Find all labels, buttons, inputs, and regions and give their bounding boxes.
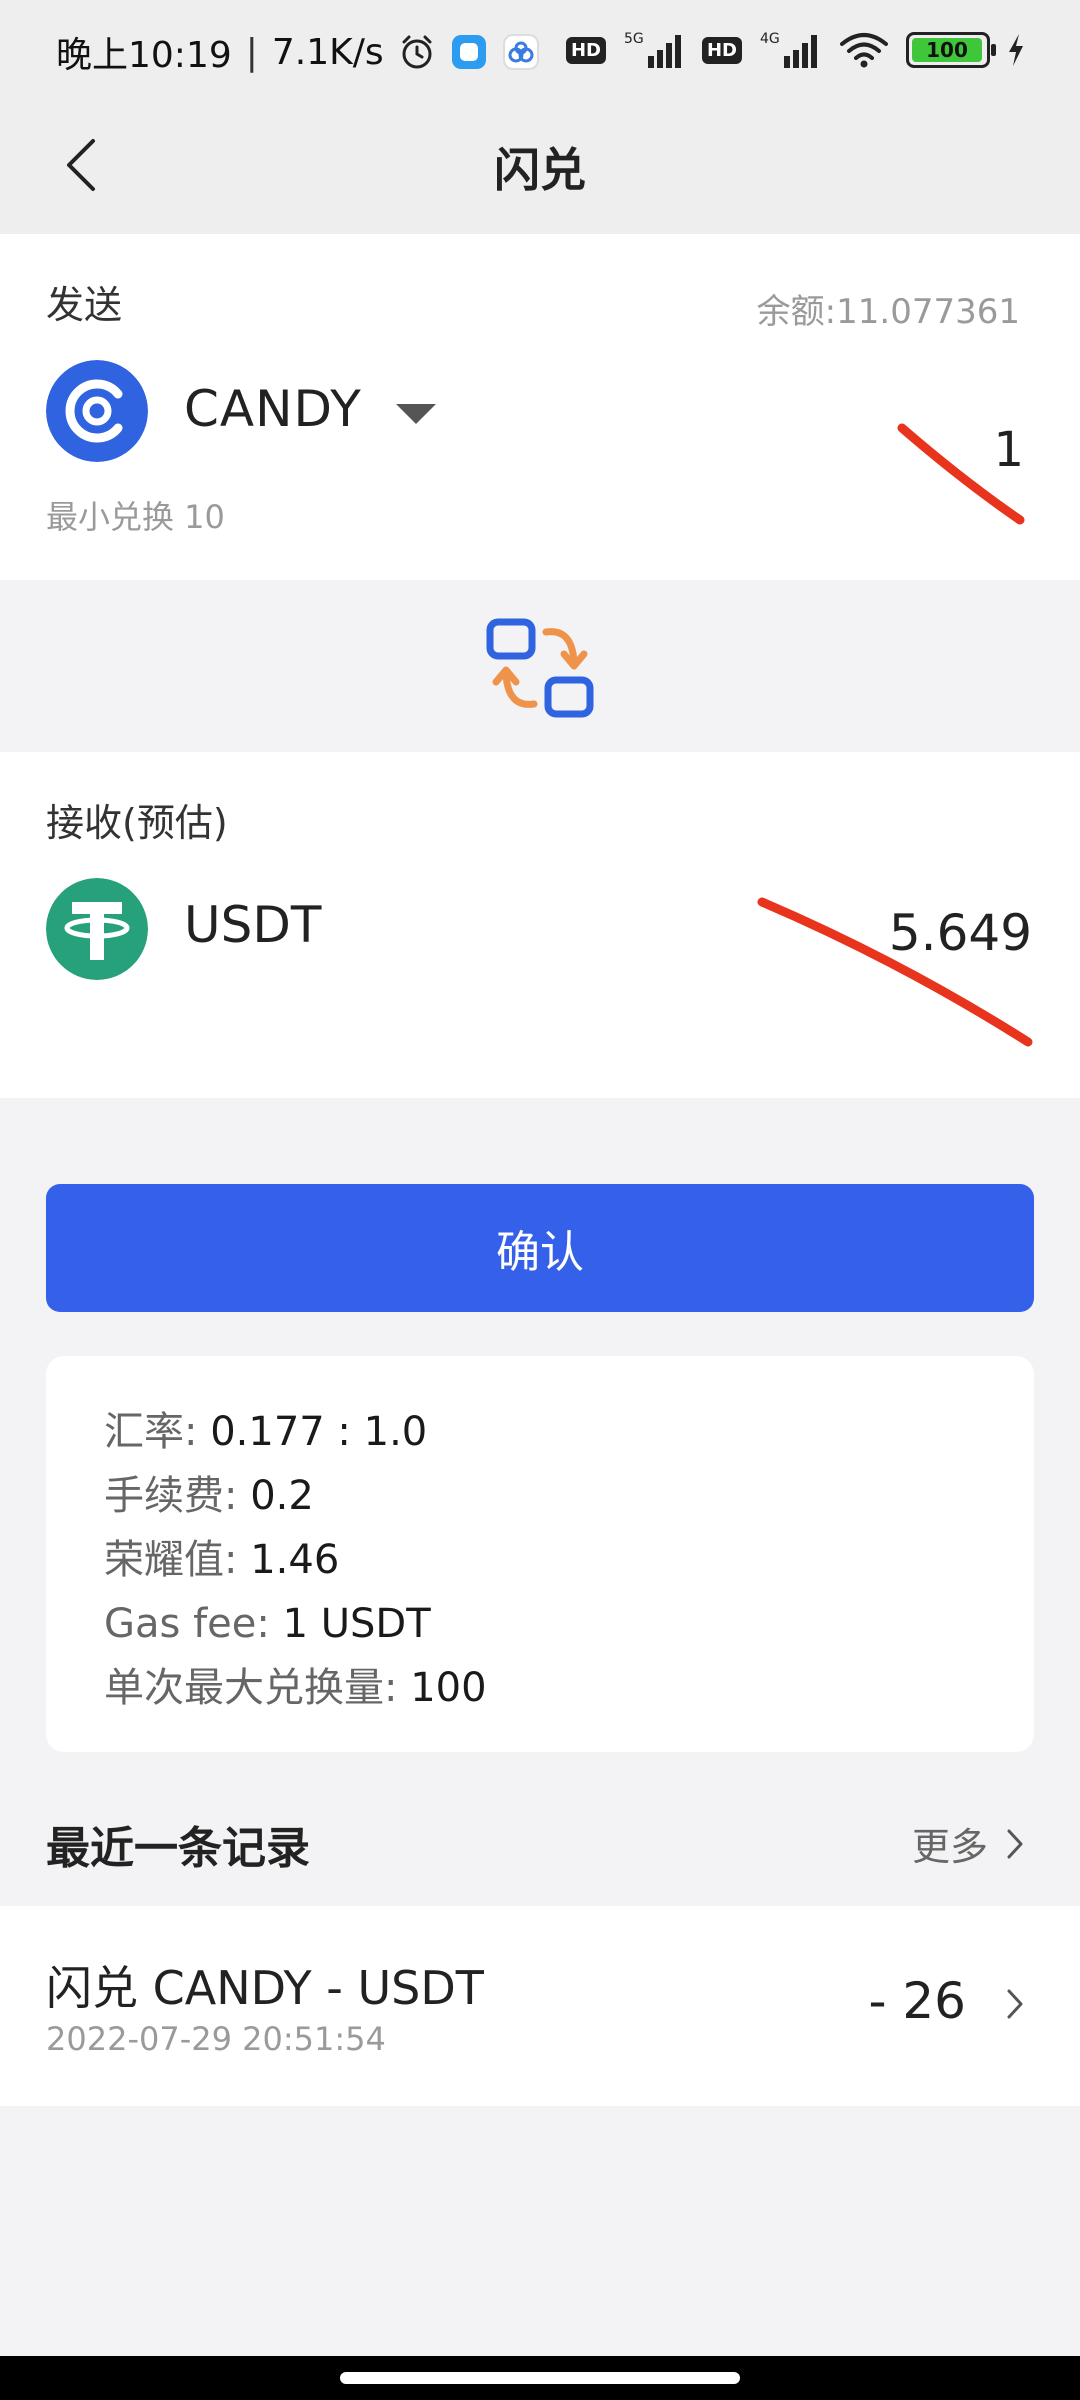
usdt-coin-icon — [46, 878, 148, 980]
info-value: 1.46 — [250, 1537, 340, 1583]
info-row-gas: Gas fee: 1 USDT — [104, 1592, 1034, 1656]
cloud-icon — [502, 34, 539, 70]
signal-4g-icon: 4G — [760, 31, 817, 68]
info-row-max: 单次最大兑换量: 100 — [104, 1656, 1034, 1720]
more-link[interactable]: 更多 — [912, 1816, 1024, 1871]
wifi-icon — [840, 33, 888, 68]
swap-info-card: 汇率: 0.177 : 1.0 手续费: 0.2 荣耀值: 1.46 Gas f… — [46, 1356, 1034, 1752]
more-label: 更多 — [911, 1825, 988, 1869]
signal-5g-label: 5G — [624, 31, 644, 47]
hd-badge-2: HD — [701, 36, 742, 64]
signal-5g-icon: 5G — [624, 31, 681, 68]
info-value: 0.2 — [250, 1473, 314, 1519]
system-nav-bar — [0, 2356, 1080, 2400]
status-bar: 晚上10:19 | 7.1K/s HD 5G HD 4G 100 — [0, 0, 1080, 100]
status-right: HD 5G HD 4G 100 — [565, 30, 1026, 70]
send-coin-name[interactable]: CANDY — [184, 380, 362, 438]
app-icon — [451, 35, 486, 69]
page-title: 闪兑 — [494, 143, 586, 197]
battery-icon: 100 — [906, 32, 996, 68]
receive-label: 接收(预估) — [46, 801, 228, 845]
status-separator: | — [245, 31, 258, 73]
info-label: Gas fee: — [104, 1601, 283, 1647]
recent-record-title: 最近一条记录 — [46, 1823, 310, 1874]
min-swap-text: 最小兑换 10 — [46, 498, 225, 536]
chevron-right-icon — [1007, 1989, 1023, 2019]
alarm-icon — [402, 35, 432, 69]
swap-direction-button[interactable] — [486, 618, 594, 718]
send-card: 发送 余额:11.077361 CANDY 1 最小兑换 10 — [0, 234, 1080, 580]
send-label: 发送 — [46, 283, 123, 327]
info-value: 0.177 : 1.0 — [210, 1409, 428, 1455]
info-value: 100 — [410, 1665, 487, 1711]
caret-down-icon[interactable] — [394, 402, 438, 426]
net-speed: 7.1K/s — [271, 31, 384, 73]
info-row-fee: 手续费: 0.2 — [104, 1464, 1034, 1528]
swap-zone — [0, 580, 1080, 752]
receive-card: 接收(预估) USDT 5.649 — [0, 752, 1080, 1098]
status-left: 晚上10:19 | 7.1K/s — [56, 26, 540, 78]
record-row[interactable]: 闪兑 CANDY - USDT 2022-07-29 20:51:54 - 26 — [0, 1906, 1080, 2106]
chevron-right-icon — [1007, 1829, 1023, 1858]
status-time: 晚上10:19 — [56, 35, 232, 76]
hd-badge: HD — [565, 36, 606, 64]
receive-coin-name: USDT — [184, 896, 322, 954]
info-label: 荣耀值: — [104, 1537, 251, 1583]
candy-coin-icon — [46, 360, 148, 462]
info-label: 汇率: — [104, 1409, 211, 1455]
info-row-rate: 汇率: 0.177 : 1.0 — [104, 1400, 1034, 1464]
receive-amount: 5.649 — [888, 904, 1032, 962]
confirm-button[interactable]: 确认 — [46, 1184, 1034, 1312]
record-title: 闪兑 CANDY - USDT — [46, 1961, 484, 2015]
flash-swap-screen: 晚上10:19 | 7.1K/s HD 5G HD 4G 100 闪兑 发送 余… — [0, 0, 1080, 2400]
info-label: 手续费: — [104, 1473, 251, 1519]
signal-4g-label: 4G — [760, 31, 780, 47]
record-amount: - 26 — [868, 1972, 966, 2030]
record-time: 2022-07-29 20:51:54 — [46, 2020, 386, 2058]
home-indicator[interactable] — [340, 2372, 740, 2384]
app-header: 闪兑 — [0, 100, 1080, 234]
balance-text: 余额:11.077361 — [756, 292, 1020, 332]
battery-level: 100 — [912, 38, 982, 62]
info-value: 1 USDT — [282, 1601, 431, 1647]
info-row-honor: 荣耀值: 1.46 — [104, 1528, 1034, 1592]
charging-icon — [1009, 34, 1023, 66]
info-label: 单次最大兑换量: — [104, 1665, 411, 1711]
send-amount-input[interactable]: 1 — [993, 422, 1024, 478]
